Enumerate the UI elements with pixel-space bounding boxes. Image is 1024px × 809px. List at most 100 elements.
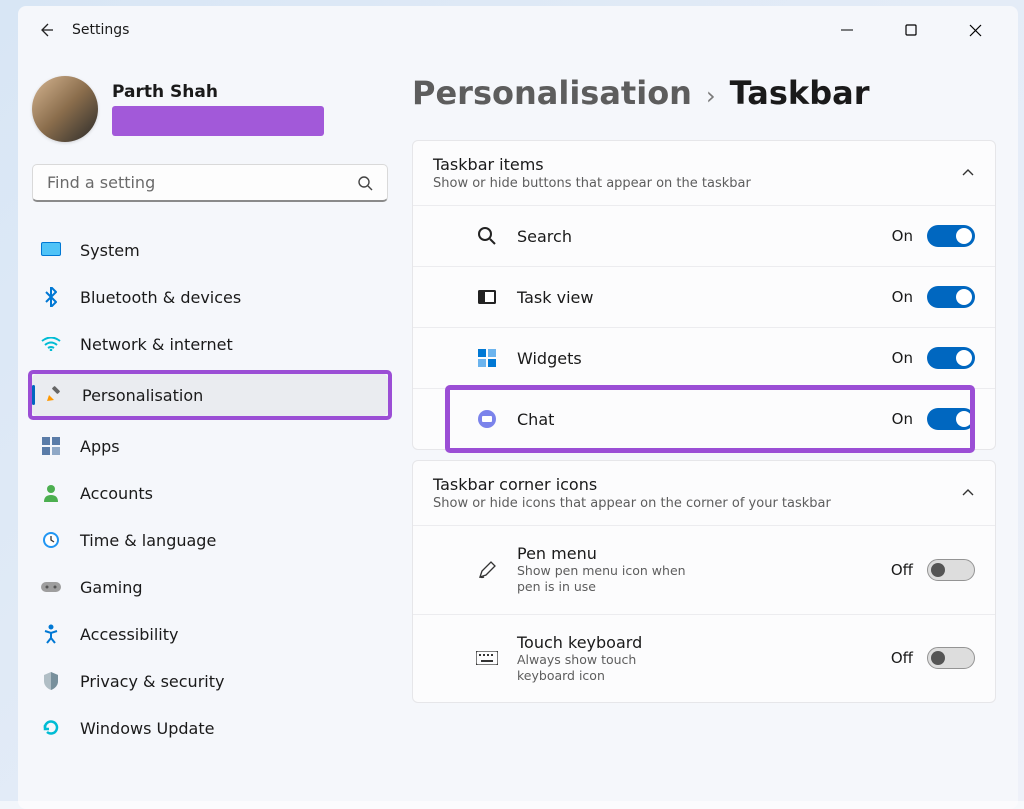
row-state: On [892, 349, 913, 367]
display-icon [40, 239, 62, 261]
toggle-widgets[interactable] [927, 347, 975, 369]
toggle-touch-keyboard[interactable] [927, 647, 975, 669]
section-header-taskbar-items[interactable]: Taskbar items Show or hide buttons that … [413, 141, 995, 205]
page-title: Taskbar [730, 74, 870, 112]
sidebar-item-personalisation[interactable]: Personalisation [32, 374, 388, 416]
row-label: Chat [517, 410, 554, 429]
section-header-corner-icons[interactable]: Taskbar corner icons Show or hide icons … [413, 461, 995, 525]
sidebar-item-gaming[interactable]: Gaming [30, 566, 390, 608]
sidebar-item-label: Bluetooth & devices [80, 288, 241, 307]
titlebar: Settings [18, 6, 1018, 54]
section-subtitle: Show or hide icons that appear on the co… [433, 496, 831, 511]
row-state: On [892, 410, 913, 428]
sidebar-item-privacy[interactable]: Privacy & security [30, 660, 390, 702]
settings-window: Settings Parth Shah [18, 6, 1018, 809]
sidebar: Parth Shah System [18, 54, 398, 809]
widgets-icon [475, 346, 499, 370]
chevron-right-icon: › [706, 82, 716, 110]
apps-icon [40, 435, 62, 457]
sidebar-item-update[interactable]: Windows Update [30, 707, 390, 749]
toggle-chat[interactable] [927, 408, 975, 430]
chat-icon [475, 407, 499, 431]
row-sublabel: Show pen menu icon when pen is in use [517, 563, 687, 596]
sidebar-item-label: Windows Update [80, 719, 214, 738]
profile-email-redacted [112, 106, 324, 136]
search-input[interactable] [47, 173, 357, 192]
bluetooth-icon [40, 286, 62, 308]
system-taskbar [0, 801, 1024, 809]
minimize-button[interactable] [824, 14, 870, 46]
row-chat: Chat On [413, 388, 995, 449]
back-button[interactable] [26, 10, 66, 50]
close-button[interactable] [952, 14, 998, 46]
shield-icon [40, 670, 62, 692]
toggle-pen-menu[interactable] [927, 559, 975, 581]
chevron-up-icon [961, 488, 975, 498]
window-controls [824, 14, 1010, 46]
app-title: Settings [72, 22, 129, 38]
row-state: Off [891, 649, 913, 667]
chevron-up-icon [961, 168, 975, 178]
section-taskbar-items: Taskbar items Show or hide buttons that … [412, 140, 996, 450]
paintbrush-icon [42, 384, 64, 406]
row-taskview: Task view On [413, 266, 995, 327]
sidebar-item-accounts[interactable]: Accounts [30, 472, 390, 514]
section-subtitle: Show or hide buttons that appear on the … [433, 176, 751, 191]
search-box[interactable] [32, 164, 388, 202]
row-touch-keyboard: Touch keyboard Always show touch keyboar… [413, 614, 995, 703]
sidebar-item-label: Privacy & security [80, 672, 224, 691]
toggle-search[interactable] [927, 225, 975, 247]
sidebar-item-time[interactable]: Time & language [30, 519, 390, 561]
person-icon [40, 482, 62, 504]
sidebar-item-network[interactable]: Network & internet [30, 323, 390, 365]
accessibility-icon [40, 623, 62, 645]
row-state: On [892, 288, 913, 306]
sidebar-item-label: Network & internet [80, 335, 233, 354]
sidebar-item-system[interactable]: System [30, 229, 390, 271]
update-icon [40, 717, 62, 739]
sidebar-item-label: Accounts [80, 484, 153, 503]
maximize-button[interactable] [888, 14, 934, 46]
section-title: Taskbar corner icons [433, 475, 831, 494]
avatar [32, 76, 98, 142]
main: Personalisation › Taskbar Taskbar items … [398, 54, 1018, 809]
sidebar-item-apps[interactable]: Apps [30, 425, 390, 467]
pen-icon [475, 558, 499, 582]
profile-info: Parth Shah [112, 76, 324, 136]
profile[interactable]: Parth Shah [28, 76, 392, 142]
gamepad-icon [40, 576, 62, 598]
row-label: Widgets [517, 349, 582, 368]
row-label: Touch keyboard [517, 633, 687, 652]
row-label: Search [517, 227, 572, 246]
row-label: Task view [517, 288, 593, 307]
row-search: Search On [413, 205, 995, 266]
highlight-personalisation: Personalisation [28, 370, 392, 420]
search-icon [475, 224, 499, 248]
breadcrumb: Personalisation › Taskbar [412, 74, 996, 112]
row-state: Off [891, 561, 913, 579]
row-pen-menu: Pen menu Show pen menu icon when pen is … [413, 525, 995, 614]
profile-name: Parth Shah [112, 82, 324, 102]
sidebar-item-label: Personalisation [82, 386, 203, 405]
sidebar-item-label: Gaming [80, 578, 143, 597]
sidebar-item-label: Time & language [80, 531, 216, 550]
sidebar-item-bluetooth[interactable]: Bluetooth & devices [30, 276, 390, 318]
row-widgets: Widgets On [413, 327, 995, 388]
breadcrumb-parent[interactable]: Personalisation [412, 74, 692, 112]
content: Parth Shah System [18, 54, 1018, 809]
section-title: Taskbar items [433, 155, 751, 174]
clock-icon [40, 529, 62, 551]
sidebar-item-label: System [80, 241, 140, 260]
search-wrap [32, 164, 388, 202]
search-icon [357, 175, 373, 191]
wifi-icon [40, 333, 62, 355]
sidebar-item-label: Apps [80, 437, 120, 456]
row-label: Pen menu [517, 544, 687, 563]
sidebar-item-label: Accessibility [80, 625, 178, 644]
toggle-taskview[interactable] [927, 286, 975, 308]
taskview-icon [475, 285, 499, 309]
row-state: On [892, 227, 913, 245]
keyboard-icon [475, 646, 499, 670]
sidebar-item-accessibility[interactable]: Accessibility [30, 613, 390, 655]
row-sublabel: Always show touch keyboard icon [517, 652, 687, 685]
